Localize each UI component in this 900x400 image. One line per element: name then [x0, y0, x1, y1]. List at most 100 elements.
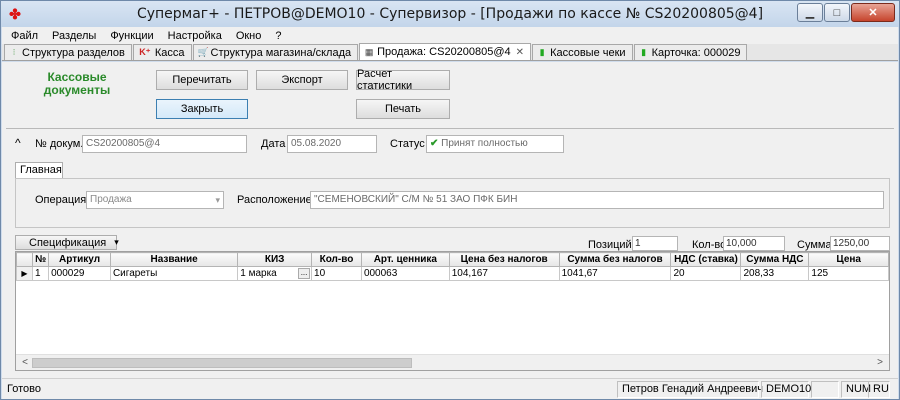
card-icon: ▮	[641, 47, 647, 57]
sum-field: 1250,00	[830, 236, 890, 251]
reread-button[interactable]: Перечитать	[156, 70, 248, 90]
scroll-right-icon[interactable]: >	[873, 357, 887, 369]
chevron-down-icon: ▾	[114, 237, 119, 247]
status-label: Статус	[390, 138, 425, 150]
table-cell[interactable]: 000063	[360, 266, 450, 281]
status-lang: RU	[868, 381, 890, 398]
location-field[interactable]: "СЕМЕНОВСКИЙ" С/М № 51 ЗАО ПФК БИН	[310, 191, 884, 209]
status-num: NUM	[841, 381, 871, 398]
kiz-cell[interactable]: 1 марка ...	[237, 266, 313, 281]
column-header[interactable]: Артикул	[48, 252, 111, 267]
table-row[interactable]: ▶ 1 000029 Сигареты 1 марка ... 10 00006…	[16, 266, 889, 281]
doc-number-label: № докум.	[35, 138, 84, 150]
receipt-icon: ▮	[539, 47, 545, 57]
scroll-thumb[interactable]	[32, 358, 412, 368]
table-cell[interactable]: 125	[808, 266, 889, 281]
status-field[interactable]: ✔ Принят полностью	[426, 135, 564, 153]
column-header[interactable]: КИЗ	[237, 252, 313, 267]
tab-label: Касса	[154, 46, 185, 59]
table-cell[interactable]: 1	[31, 266, 50, 281]
operation-select[interactable]: Продажа ▾	[86, 191, 224, 209]
close-button[interactable]: Закрыть	[156, 99, 248, 119]
minimize-button[interactable]: ▁	[797, 3, 823, 22]
status-text: Готово	[7, 383, 41, 395]
menu-window[interactable]: Окно	[229, 30, 269, 42]
tab-sale[interactable]: ▦ Продажа: CS20200805@4 ✕	[359, 43, 532, 60]
menu-bar: Файл Разделы Функции Настройка Окно ?	[2, 27, 898, 44]
operation-value: Продажа	[90, 194, 132, 205]
sale-icon: ▦	[364, 46, 374, 57]
menu-help[interactable]: ?	[268, 30, 288, 42]
qty-field: 10,000	[723, 236, 785, 251]
tab-store-structure[interactable]: 🛒 Структура магазина/склада	[192, 44, 359, 60]
column-header[interactable]: Арт. ценника	[360, 252, 450, 267]
date-label: Дата	[261, 138, 286, 150]
close-tab-icon[interactable]: ✕	[516, 47, 524, 58]
menu-settings[interactable]: Настройка	[161, 30, 229, 42]
check-icon: ✔	[430, 138, 439, 149]
column-header[interactable]: Сумма без налогов	[558, 252, 672, 267]
qty-label: Кол-во	[692, 239, 727, 251]
sum-label: Сумма	[797, 239, 832, 251]
status-db: DEMO10	[761, 381, 811, 398]
horizontal-scrollbar[interactable]: < >	[16, 354, 889, 370]
positions-label: Позиций	[588, 239, 632, 251]
menu-functions[interactable]: Функции	[103, 30, 160, 42]
table-cell[interactable]: Сигареты	[109, 266, 239, 281]
column-header[interactable]: Цена	[808, 252, 889, 267]
page-title: Кассовые документы	[43, 70, 111, 97]
collapse-chevron-icon[interactable]: ^	[15, 136, 21, 150]
cashbox-icon: K⁺	[139, 47, 151, 57]
menu-sections[interactable]: Разделы	[45, 30, 103, 42]
table-cell[interactable]: 20	[670, 266, 742, 281]
column-header[interactable]: НДС (ставка)	[670, 252, 742, 267]
specification-button[interactable]: Спецификация ▾	[15, 235, 119, 250]
table-cell[interactable]: 208,33	[740, 266, 810, 281]
column-header[interactable]: Цена без налогов	[448, 252, 560, 267]
main-window: ✤ Супермаг+ - ПЕТРОВ@DEMO10 - Супервизор…	[0, 0, 900, 400]
date-field[interactable]: 05.08.2020	[287, 135, 377, 153]
main-tab-panel: Операция Продажа ▾ Расположение "СЕМЕНОВ…	[15, 178, 890, 228]
print-button[interactable]: Печать	[356, 99, 450, 119]
title-bar[interactable]: ✤ Супермаг+ - ПЕТРОВ@DEMO10 - Супервизор…	[1, 1, 899, 27]
cart-icon: 🛒	[197, 47, 209, 57]
status-user: Петров Генадий Андреевич	[617, 381, 763, 398]
window-title: Супермаг+ - ПЕТРОВ@DEMO10 - Супервизор -…	[136, 6, 764, 22]
column-header[interactable]: Сумма НДС	[740, 252, 810, 267]
menu-file[interactable]: Файл	[4, 30, 45, 42]
doc-number-field[interactable]: CS20200805@4	[82, 135, 247, 153]
table-cell[interactable]: 000029	[48, 266, 111, 281]
table-cell[interactable]: 1041,67	[558, 266, 672, 281]
tab-sections-structure[interactable]: ⁝ Структура разделов	[4, 44, 132, 60]
kiz-ellipsis-button[interactable]: ...	[298, 268, 311, 279]
tab-label: Структура разделов	[22, 46, 125, 59]
column-header[interactable]: №	[31, 252, 50, 267]
row-indicator-header	[16, 252, 33, 267]
close-window-button[interactable]: ✕	[851, 3, 895, 22]
tab-main[interactable]: Главная	[15, 162, 63, 179]
table-cell[interactable]: 104,167	[448, 266, 560, 281]
status-empty	[811, 381, 839, 398]
column-header[interactable]: Кол-во	[311, 252, 362, 267]
tree-icon: ⁝	[12, 47, 16, 57]
maximize-button[interactable]: □	[824, 3, 850, 22]
location-label: Расположение	[237, 194, 312, 206]
table-cell[interactable]: 10	[311, 266, 362, 281]
status-bar: Готово Петров Генадий Андреевич DEMO10 N…	[2, 378, 898, 399]
tab-card[interactable]: ▮ Карточка: 000029	[633, 44, 748, 60]
specification-table: № Артикул Название КИЗ Кол-во Арт. ценни…	[15, 251, 890, 371]
tab-label: Кассовые чеки	[550, 46, 626, 59]
tab-receipts[interactable]: ▮ Кассовые чеки	[532, 44, 633, 60]
statistics-button[interactable]: Расчет статистики	[356, 68, 450, 92]
export-button[interactable]: Экспорт	[256, 70, 348, 90]
specification-label: Спецификация	[29, 236, 107, 249]
positions-field: 1	[632, 236, 678, 251]
scroll-left-icon[interactable]: <	[18, 357, 32, 369]
document-tabs: ⁝ Структура разделов K⁺ Касса 🛒 Структур…	[2, 43, 898, 61]
tab-label: Структура магазина/склада	[210, 46, 352, 59]
tab-cashbox[interactable]: K⁺ Касса	[132, 44, 192, 60]
column-header[interactable]: Название	[109, 252, 239, 267]
divider	[6, 128, 894, 129]
table-header-row: № Артикул Название КИЗ Кол-во Арт. ценни…	[16, 252, 889, 267]
status-value: Принят полностью	[441, 138, 528, 149]
